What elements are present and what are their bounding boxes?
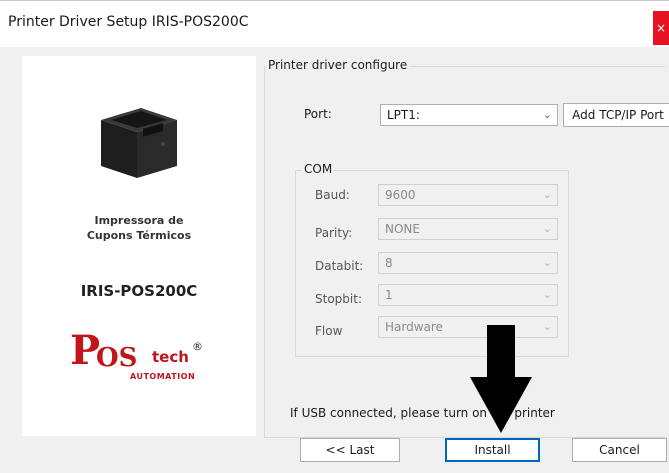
install-button[interactable]: Install xyxy=(445,438,540,462)
flow-label: Flow xyxy=(315,324,343,338)
postech-logo: P OS tech ® AUTOMATION xyxy=(70,326,210,386)
title-bar: Printer Driver Setup IRIS-POS200C × xyxy=(0,0,669,47)
product-panel: Impressora de Cupons Térmicos IRIS-POS20… xyxy=(22,56,256,436)
config-legend: Printer driver configure xyxy=(266,58,410,72)
chevron-down-icon: ⌄ xyxy=(542,188,552,201)
databit-select[interactable]: 8 ⌄ xyxy=(378,252,558,274)
com-legend: COM xyxy=(302,162,335,176)
last-button[interactable]: << Last xyxy=(300,438,400,462)
chevron-down-icon: ⌄ xyxy=(542,320,552,333)
add-tcp-ip-port-button[interactable]: Add TCP/IP Port xyxy=(563,103,669,127)
printer-image xyxy=(101,108,177,178)
stopbit-value: 1 xyxy=(385,288,393,302)
close-button[interactable]: × xyxy=(653,11,669,45)
model-name: IRIS-POS200C xyxy=(80,282,198,300)
brand-line-1: Impressora de xyxy=(94,214,184,227)
port-label: Port: xyxy=(304,107,332,121)
stopbit-select[interactable]: 1 ⌄ xyxy=(378,284,558,306)
baud-label: Baud: xyxy=(315,188,350,202)
chevron-down-icon: ⌄ xyxy=(542,256,552,269)
databit-label: Databit: xyxy=(315,259,364,273)
arrow-down-icon xyxy=(470,325,532,433)
chevron-down-icon: ⌄ xyxy=(542,108,552,121)
flow-value: Hardware xyxy=(385,320,443,334)
parity-select[interactable]: NONE ⌄ xyxy=(378,218,558,240)
setup-window: Printer Driver Setup IRIS-POS200C × Impr… xyxy=(0,0,669,473)
close-icon: × xyxy=(655,21,667,35)
logo-sub: AUTOMATION xyxy=(130,372,196,381)
parity-label: Parity: xyxy=(315,226,353,240)
cancel-button[interactable]: Cancel xyxy=(572,438,667,462)
stopbit-label: Stopbit: xyxy=(315,292,362,306)
logo-reg: ® xyxy=(192,340,203,353)
port-select[interactable]: LPT1: ⌄ xyxy=(380,104,558,126)
chevron-down-icon: ⌄ xyxy=(542,222,552,235)
databit-value: 8 xyxy=(385,256,393,270)
chevron-down-icon: ⌄ xyxy=(542,288,552,301)
port-value: LPT1: xyxy=(387,108,420,122)
logo-tech: tech xyxy=(152,348,189,366)
parity-value: NONE xyxy=(385,222,420,236)
window-title: Printer Driver Setup IRIS-POS200C xyxy=(8,14,249,30)
baud-value: 9600 xyxy=(385,188,416,202)
brand-line-2: Cupons Térmicos xyxy=(86,229,192,242)
baud-select[interactable]: 9600 ⌄ xyxy=(378,184,558,206)
